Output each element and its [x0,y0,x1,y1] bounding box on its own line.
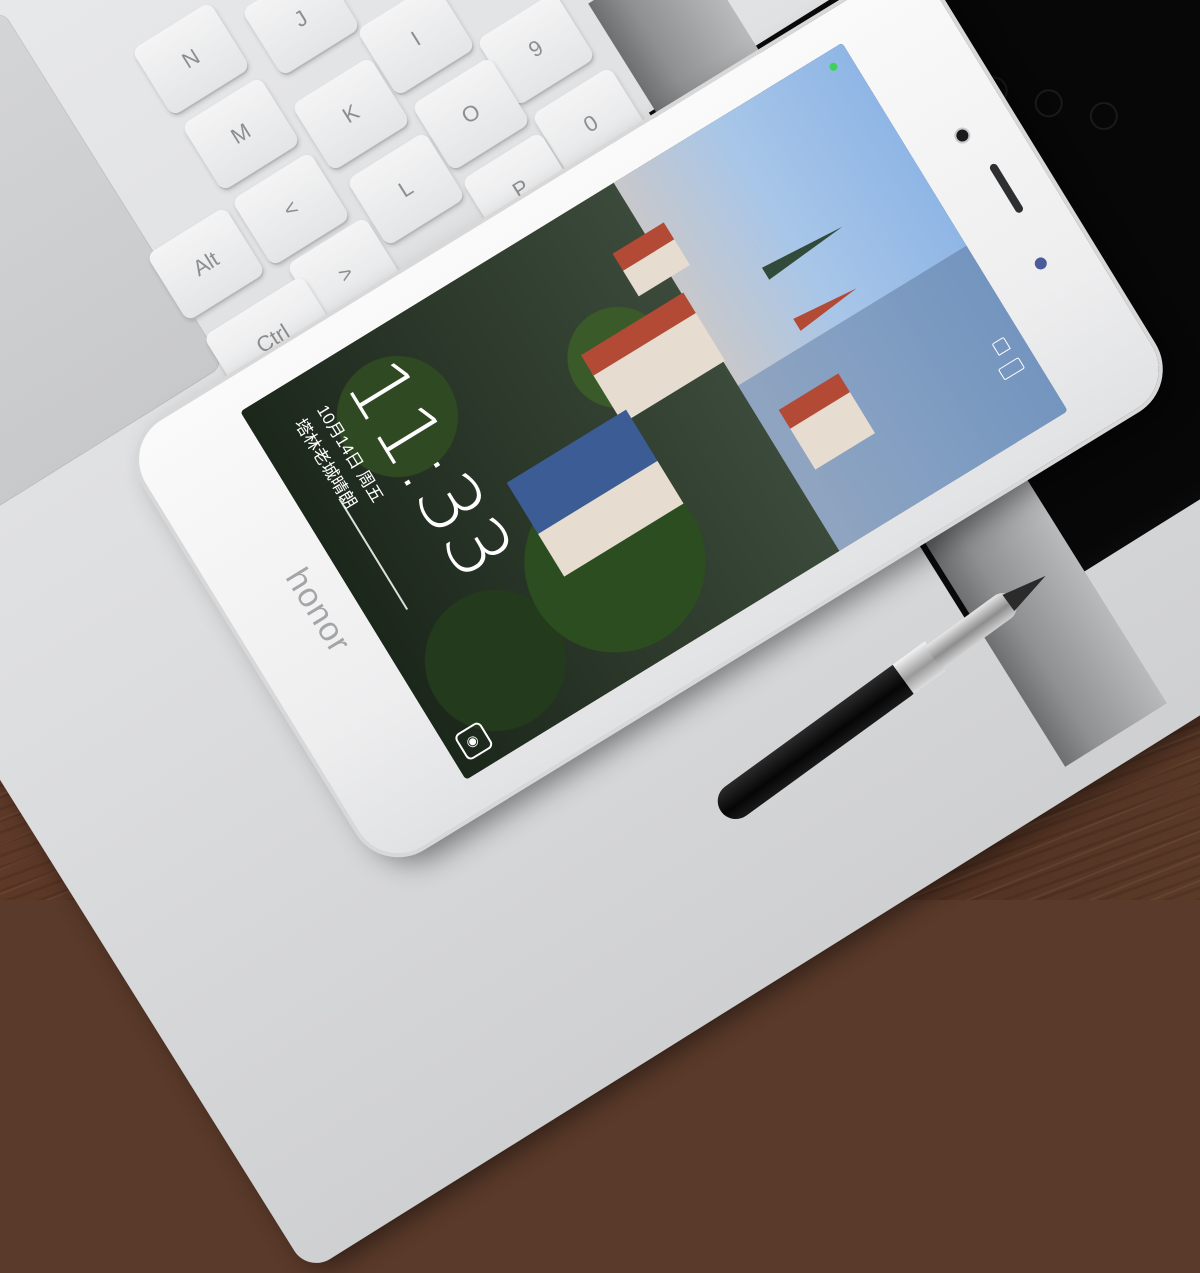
lock-status-icon [991,336,1011,356]
power-icon [1084,96,1124,136]
notification-dot [827,61,839,73]
proximity-sensor [1032,255,1050,272]
battery-icon [997,356,1026,381]
status-icon [1029,83,1069,123]
earpiece [988,162,1025,215]
front-camera [954,127,971,144]
